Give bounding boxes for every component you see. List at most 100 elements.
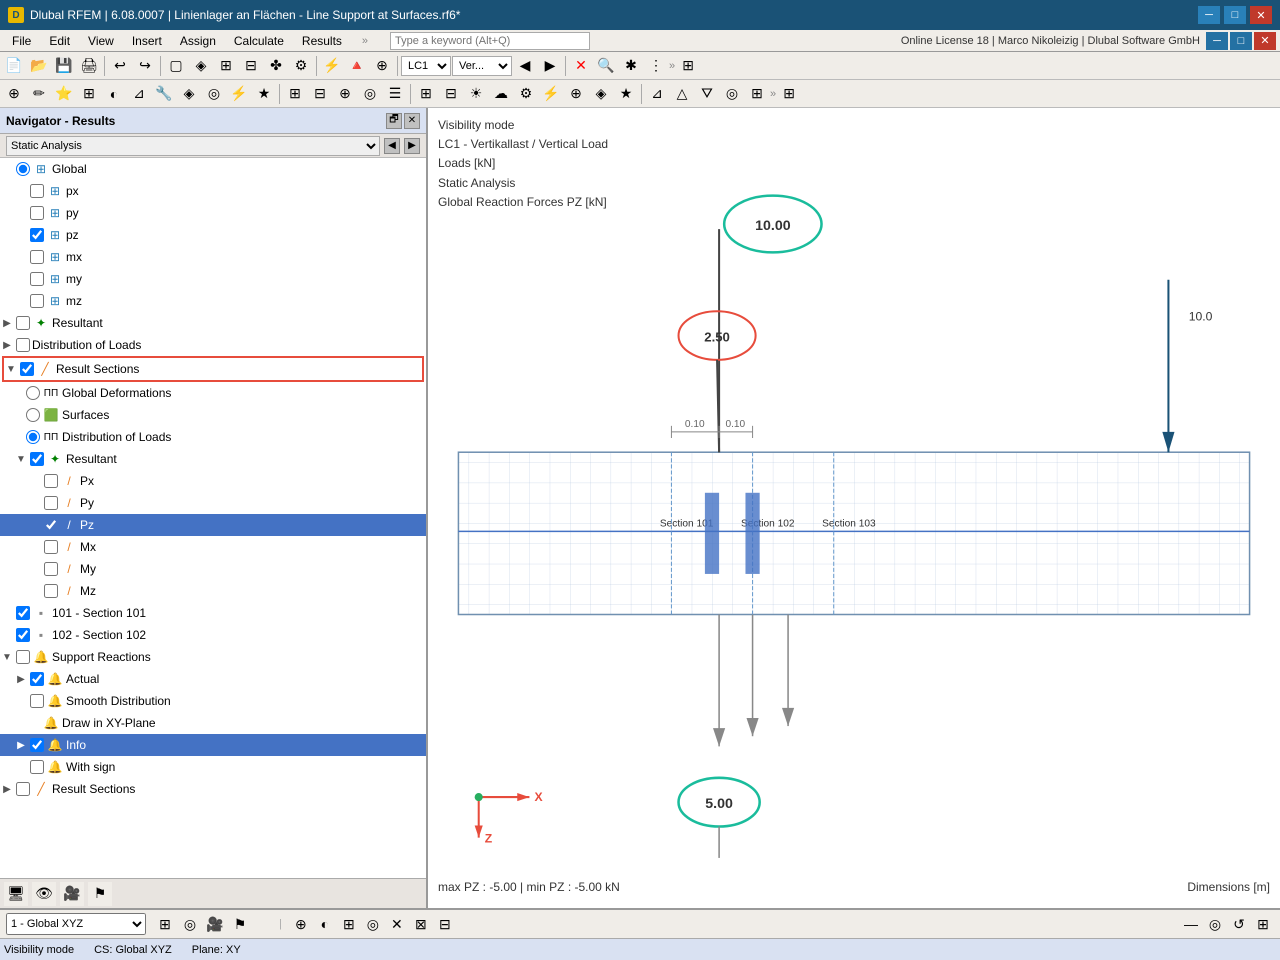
sb-rbtn4[interactable]: ⊞ xyxy=(1252,913,1274,935)
tree-rs-my[interactable]: / My xyxy=(0,558,426,580)
tb-zoom[interactable]: 🔍 xyxy=(594,54,618,78)
sb-btn6[interactable]: ◐ xyxy=(314,913,336,935)
nav-sub-btn2[interactable]: ▶ xyxy=(404,138,420,154)
minimize-button[interactable]: ─ xyxy=(1198,6,1220,24)
tb2-19[interactable]: ☀ xyxy=(464,82,488,106)
sb-rbtn1[interactable]: — xyxy=(1180,913,1202,935)
tb2-9[interactable]: ◎ xyxy=(202,82,226,106)
tree-info[interactable]: ▶ 🔔 Info xyxy=(0,734,426,756)
tree-rs-py[interactable]: / Py xyxy=(0,492,426,514)
viewport-svg[interactable]: Section 101 Section 102 Section 103 10.0… xyxy=(428,108,1280,908)
distrib-rs-radio[interactable] xyxy=(26,430,40,444)
nav-btn-video[interactable]: 🎥 xyxy=(60,882,84,906)
smooth-checkbox[interactable] xyxy=(30,694,44,708)
info-expand[interactable]: ▶ xyxy=(14,738,28,752)
sb-btn7[interactable]: ⊞ xyxy=(338,913,360,935)
tree-resultant[interactable]: ▶ ✦ Resultant xyxy=(0,312,426,334)
tree-support-reactions[interactable]: ▼ 🔔 Support Reactions xyxy=(0,646,426,668)
license-close-button[interactable]: ✕ xyxy=(1254,32,1276,50)
nav-close-btn[interactable]: ✕ xyxy=(404,113,420,129)
tb2-15[interactable]: ◎ xyxy=(358,82,382,106)
tree-result-sections[interactable]: ▼ ╱ Result Sections xyxy=(4,358,422,380)
tree-surfaces[interactable]: 🟩 Surfaces xyxy=(0,404,426,426)
tb-view1[interactable]: ⊞ xyxy=(214,54,238,78)
nav-btn-flag[interactable]: ⚑ xyxy=(88,882,112,906)
tb2-21[interactable]: ⚙ xyxy=(514,82,538,106)
nav-btn-display[interactable]: 🖥 xyxy=(4,882,28,906)
tree-pz[interactable]: ⊞ pz xyxy=(0,224,426,246)
sb-btn3[interactable]: 🎥 xyxy=(204,913,226,935)
tb2-17[interactable]: ⊞ xyxy=(414,82,438,106)
tree-py[interactable]: ⊞ py xyxy=(0,202,426,224)
tb2-28[interactable]: ⛛ xyxy=(695,82,719,106)
menu-edit[interactable]: Edit xyxy=(41,32,78,50)
tb2-11[interactable]: ★ xyxy=(252,82,276,106)
tb-extra2[interactable]: ⋮ xyxy=(644,54,668,78)
rs-mz-checkbox[interactable] xyxy=(44,584,58,598)
tree-result-sections2[interactable]: ▶ ╱ Result Sections xyxy=(0,778,426,800)
my-checkbox[interactable] xyxy=(30,272,44,286)
tree-global[interactable]: ⊞ Global xyxy=(0,158,426,180)
license-minimize-button[interactable]: ─ xyxy=(1206,32,1228,50)
nav-btn-eye[interactable]: 👁 xyxy=(32,882,56,906)
close-button[interactable]: ✕ xyxy=(1250,6,1272,24)
tb-select[interactable]: ▢ xyxy=(164,54,188,78)
tb2-26[interactable]: ⊿ xyxy=(645,82,669,106)
tree-rs-px[interactable]: / Px xyxy=(0,470,426,492)
px-checkbox[interactable] xyxy=(30,184,44,198)
tb-view2[interactable]: ⊟ xyxy=(239,54,263,78)
tb-new[interactable]: 📄 xyxy=(2,54,26,78)
tb-load2[interactable]: 🔺 xyxy=(345,54,369,78)
sec101-checkbox[interactable] xyxy=(16,606,30,620)
tree-sec102[interactable]: ▪ 102 - Section 102 xyxy=(0,624,426,646)
tb2-7[interactable]: 🔧 xyxy=(152,82,176,106)
tb2-27[interactable]: △ xyxy=(670,82,694,106)
py-checkbox[interactable] xyxy=(30,206,44,220)
sb-btn10[interactable]: ⊠ xyxy=(410,913,432,935)
menu-assign[interactable]: Assign xyxy=(172,32,224,50)
result-sections-checkbox[interactable] xyxy=(20,362,34,376)
tb-next[interactable]: ▶ xyxy=(538,54,562,78)
tb2-22[interactable]: ⚡ xyxy=(539,82,563,106)
tb2-20[interactable]: ☁ xyxy=(489,82,513,106)
tb-render[interactable]: ◈ xyxy=(189,54,213,78)
tb2-8[interactable]: ◈ xyxy=(177,82,201,106)
maximize-button[interactable]: □ xyxy=(1224,6,1246,24)
tb-tool4[interactable]: ⚙ xyxy=(289,54,313,78)
tree-mx[interactable]: ⊞ mx xyxy=(0,246,426,268)
support-expand[interactable]: ▼ xyxy=(0,650,14,664)
rs-my-checkbox[interactable] xyxy=(44,562,58,576)
actual-checkbox[interactable] xyxy=(30,672,44,686)
rs-pz-checkbox[interactable] xyxy=(44,518,58,532)
license-maximize-button[interactable]: □ xyxy=(1230,32,1252,50)
tree-actual[interactable]: ▶ 🔔 Actual xyxy=(0,668,426,690)
rs-mx-checkbox[interactable] xyxy=(44,540,58,554)
sb-btn8[interactable]: ◎ xyxy=(362,913,384,935)
resultant2-checkbox[interactable] xyxy=(30,452,44,466)
sb-btn1[interactable]: ⊞ xyxy=(154,913,176,935)
result-sections-expand[interactable]: ▼ xyxy=(4,362,18,376)
tb2-24[interactable]: ◈ xyxy=(589,82,613,106)
version-selector[interactable]: Ver... xyxy=(452,56,512,76)
with-sign-checkbox[interactable] xyxy=(30,760,44,774)
tree-rs-mz[interactable]: / Mz xyxy=(0,580,426,602)
tb2-25[interactable]: ★ xyxy=(614,82,638,106)
tb2-18[interactable]: ⊟ xyxy=(439,82,463,106)
rs-px-checkbox[interactable] xyxy=(44,474,58,488)
mz-checkbox[interactable] xyxy=(30,294,44,308)
pz-checkbox[interactable] xyxy=(30,228,44,242)
load-case-selector[interactable]: LC1 xyxy=(401,56,451,76)
support-checkbox[interactable] xyxy=(16,650,30,664)
tb-save[interactable]: 💾 xyxy=(52,54,76,78)
tree-my[interactable]: ⊞ my xyxy=(0,268,426,290)
tree-rs-mx[interactable]: / Mx xyxy=(0,536,426,558)
nav-sub-btn1[interactable]: ◀ xyxy=(384,138,400,154)
tb-tool3[interactable]: ✤ xyxy=(264,54,288,78)
tb-print[interactable]: 🖨 xyxy=(77,54,101,78)
tb-cross[interactable]: ✕ xyxy=(569,54,593,78)
tb-more[interactable]: ⊞ xyxy=(676,54,700,78)
tb-undo[interactable]: ↩ xyxy=(108,54,132,78)
sb-btn2[interactable]: ◎ xyxy=(179,913,201,935)
tb2-6[interactable]: ⊿ xyxy=(127,82,151,106)
tree-global-deform[interactable]: ΠΠ Global Deformations xyxy=(0,382,426,404)
